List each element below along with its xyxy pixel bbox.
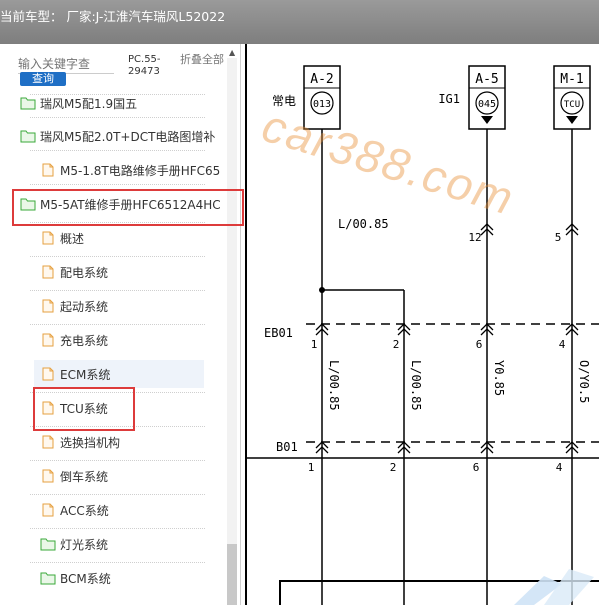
pin-eb01-6: 6 [476, 338, 483, 351]
wire-label-2: L/00.85 [409, 360, 423, 411]
separator [30, 324, 205, 325]
folder-icon [40, 538, 56, 551]
scroll-up-arrow-icon[interactable]: ▲ [229, 48, 235, 57]
fuse-a5-prefix: IG1 [438, 92, 460, 106]
scrollbar-thumb[interactable] [227, 544, 237, 605]
fuse-a2-code: 013 [313, 99, 331, 110]
separator [30, 460, 205, 461]
tree-item-label: ACC系统 [60, 503, 109, 518]
tree-item-label: 起动系统 [60, 299, 109, 314]
fuse-m1-label: M-1 [560, 72, 583, 87]
separator [30, 494, 205, 495]
fuse-m1-code: TCU [564, 100, 580, 110]
folder-icon [20, 130, 36, 143]
pin-b01-2: 2 [390, 461, 397, 474]
pin-b01-6: 6 [473, 461, 480, 474]
tree-item-charging-system[interactable]: 充电系统 [40, 326, 108, 354]
separator [30, 150, 205, 151]
pin-b01-1: 1 [308, 461, 315, 474]
highlight-box-tcu [33, 387, 135, 431]
tree-item-label: 选换挡机构 [60, 435, 121, 450]
folder-icon [20, 97, 36, 110]
tree-item-label: BCM系统 [60, 571, 111, 586]
fuse-a2-label: A-2 [310, 72, 333, 87]
tree-item-label: 概述 [60, 231, 85, 246]
pin-b01-4: 4 [556, 461, 563, 474]
document-icon [42, 299, 54, 313]
title-bar: 当前车型： 厂家:J-江淮汽车瑞风L52022 [0, 0, 599, 44]
tree-item-lighting-system[interactable]: 灯光系统 [40, 530, 108, 558]
wire-label-top: L/00.85 [338, 217, 389, 231]
document-icon [42, 367, 54, 381]
document-icon [42, 435, 54, 449]
tree-item-reverse-system[interactable]: 倒车系统 [40, 462, 108, 490]
connector-eb01: EB01 [264, 326, 293, 340]
tree-item-m5-18t-manual[interactable]: M5-1.8T电路维修手册HFC65 [40, 156, 220, 184]
pin-eb01-2: 2 [393, 338, 400, 351]
tree-item-m5-20t-dct[interactable]: 瑞风M5配2.0T+DCT电路图增补 [20, 122, 215, 150]
tree-item-ecm-system[interactable]: ECM系统 [34, 360, 204, 388]
document-icon [42, 231, 54, 245]
wire-label-4: O/Y0.5 [577, 360, 591, 403]
tree-item-label: 配电系统 [60, 265, 109, 280]
tree-item-gear-selector[interactable]: 选换挡机构 [40, 428, 120, 456]
tree-item-label: 充电系统 [60, 333, 109, 348]
document-icon [42, 503, 54, 517]
separator [30, 528, 205, 529]
separator [30, 562, 205, 563]
tree-item-acc-system[interactable]: ACC系统 [40, 496, 109, 524]
tree-item-label: ECM系统 [60, 367, 111, 382]
fold-all-button[interactable]: 折叠全部 [180, 54, 224, 66]
tree-item-bcm-system[interactable]: BCM系统 [40, 564, 111, 592]
window-title: 当前车型： 厂家:J-江淮汽车瑞风L52022 [0, 9, 226, 24]
wire-label-3: Y0.85 [492, 360, 506, 396]
query-button[interactable]: 查询 [20, 72, 66, 86]
separator [30, 184, 205, 185]
tree-item-label: 瑞风M5配1.9国五 [40, 96, 138, 111]
tree-item-label: M5-1.8T电路维修手册HFC65 [60, 163, 221, 178]
folder-icon [40, 572, 56, 585]
pc-code: PC.55-29473 [128, 54, 161, 77]
document-icon [42, 265, 54, 279]
fuse-a5-label: A-5 [475, 72, 498, 87]
tree-item-power-distribution[interactable]: 配电系统 [40, 258, 108, 286]
tree-item-m5-19[interactable]: 瑞风M5配1.9国五 [20, 89, 137, 117]
fuse-a5-code: 045 [478, 99, 496, 110]
highlight-box-manual [12, 189, 244, 226]
tree-item-label: 灯光系统 [60, 537, 109, 552]
tree-item-label: 倒车系统 [60, 469, 109, 484]
tree-item-label: 瑞风M5配2.0T+DCT电路图增补 [40, 129, 216, 144]
pin-top-5: 5 [555, 231, 562, 244]
separator [30, 256, 205, 257]
scrollbar-track[interactable] [227, 58, 237, 605]
pin-top-12: 12 [468, 231, 481, 244]
pin-eb01-4: 4 [559, 338, 566, 351]
wire-label-1: L/00.85 [327, 360, 341, 411]
separator [30, 117, 205, 118]
tree-item-overview[interactable]: 概述 [40, 224, 84, 252]
document-icon [42, 469, 54, 483]
pin-eb01-1: 1 [311, 338, 318, 351]
document-icon [42, 163, 54, 177]
separator [30, 290, 205, 291]
connector-b01: B01 [276, 440, 298, 454]
left-panel: 查询 PC.55-29473 折叠全部 ▲ 瑞风M5配1.9国五 瑞风M5配2.… [0, 44, 241, 605]
document-icon [42, 333, 54, 347]
tree-item-starting-system[interactable]: 起动系统 [40, 292, 108, 320]
